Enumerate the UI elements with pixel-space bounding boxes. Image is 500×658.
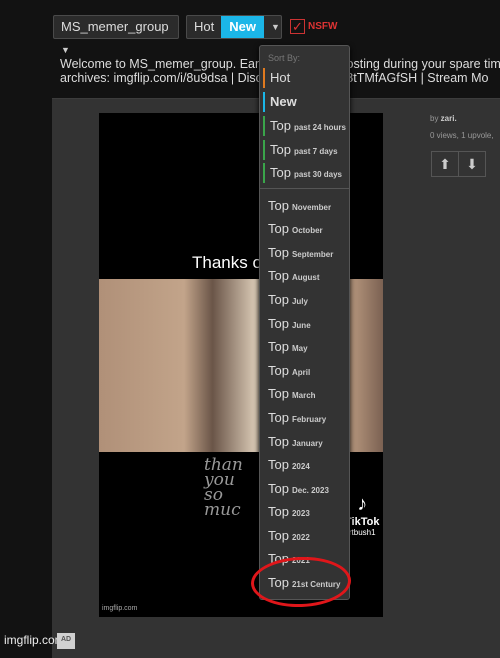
- menu-item[interactable]: Top 2024: [263, 455, 347, 475]
- menu-item-main: Top: [268, 457, 289, 472]
- sort-dropdown-toggle[interactable]: ▼: [264, 16, 281, 38]
- menu-item[interactable]: Top May: [263, 337, 347, 357]
- menu-item-main: Top: [270, 142, 291, 157]
- menu-divider: [260, 188, 349, 189]
- nsfw-label: NSFW: [308, 21, 338, 32]
- menu-item[interactable]: New: [263, 92, 347, 112]
- menu-item[interactable]: Top past 24 hours: [263, 116, 347, 136]
- menu-item[interactable]: Top 2022: [263, 526, 347, 546]
- menu-item[interactable]: Top June: [263, 314, 347, 334]
- menu-item-main: Top: [268, 339, 289, 354]
- menu-item[interactable]: Top October: [263, 219, 347, 239]
- menu-item-sub: 2022: [291, 533, 310, 542]
- desc-line1: Welcome to MS_memer_group. Earn: [60, 57, 270, 71]
- desc-line2b: gg/8tTMfAGfSH | Stream Mo: [328, 71, 489, 85]
- sort-hot-button[interactable]: Hot: [187, 16, 221, 38]
- caret-down-icon: ▼: [61, 45, 70, 55]
- group-select[interactable]: MS_memer_group ▼: [53, 15, 179, 55]
- menu-item[interactable]: Top July: [263, 290, 347, 310]
- vote-buttons: ⬆ ⬇: [431, 151, 486, 177]
- menu-item-sub: November: [291, 203, 332, 212]
- checkmark-icon: ✓: [290, 19, 305, 34]
- menu-item[interactable]: Top 2023: [263, 502, 347, 522]
- desc-line1b: posting during your spare time: [339, 57, 500, 71]
- menu-item-main: New: [270, 94, 297, 109]
- sort-new-button[interactable]: New: [221, 16, 264, 38]
- menu-item-main: Top: [270, 118, 291, 133]
- footer-logo[interactable]: imgflip.com: [4, 633, 65, 647]
- nsfw-checkbox[interactable]: ✓ NSFW: [290, 19, 337, 34]
- menu-item-main: Top: [268, 434, 289, 449]
- menu-item[interactable]: Hot: [263, 68, 347, 88]
- tiktok-icon: ♪: [357, 493, 368, 515]
- menu-item[interactable]: Top past 30 days: [263, 163, 347, 183]
- image-caption: Thanks o: [192, 253, 262, 272]
- menu-item-main: Top: [268, 481, 289, 496]
- menu-item-sub: August: [291, 273, 320, 282]
- by-prefix: by: [430, 114, 441, 123]
- menu-item-main: Top: [268, 221, 289, 236]
- tiktok-handle: rtbush1: [348, 528, 376, 537]
- menu-item-sub: Dec. 2023: [291, 486, 329, 495]
- menu-item-sub: January: [291, 439, 323, 448]
- tiktok-watermark: ♪ TikTok rtbush1: [345, 493, 379, 537]
- menu-item-sub: June: [291, 321, 311, 330]
- menu-item-sub: September: [291, 250, 334, 259]
- menu-item-main: Top: [268, 316, 289, 331]
- script-text: than you so muc: [204, 455, 243, 520]
- menu-item-main: Top: [268, 363, 289, 378]
- post-author: by zari.: [430, 114, 457, 123]
- menu-item-main: Top: [268, 292, 289, 307]
- imgflip-watermark: imgflip.com: [102, 605, 138, 612]
- tiktok-label: TikTok: [345, 516, 380, 528]
- menu-item-sub: July: [291, 297, 308, 306]
- sort-button-group: Hot New ▼: [186, 15, 282, 39]
- menu-item-main: Top: [268, 198, 289, 213]
- menu-item-sub: October: [291, 226, 323, 235]
- menu-item[interactable]: Top March: [263, 384, 347, 404]
- menu-item-main: Top: [268, 386, 289, 401]
- menu-item-sub: February: [291, 415, 327, 424]
- menu-item-sub: past 24 hours: [293, 123, 346, 132]
- desc-line2: archives: imgflip.com/i/8u9dsa | Disco: [60, 71, 269, 85]
- menu-item-sub: March: [291, 391, 316, 400]
- downvote-arrow-icon[interactable]: ⬇: [458, 152, 485, 176]
- menu-header: Sort By:: [268, 53, 301, 63]
- menu-item-sub: past 30 days: [293, 170, 342, 179]
- menu-item-main: Top: [268, 245, 289, 260]
- menu-item-main: Top: [268, 528, 289, 543]
- menu-item[interactable]: Top November: [263, 196, 347, 216]
- menu-item-sub: April: [291, 368, 311, 377]
- menu-item-main: Hot: [270, 70, 291, 85]
- menu-item-main: Top: [270, 165, 291, 180]
- menu-item-sub: 2023: [291, 509, 310, 518]
- menu-item-main: Top: [268, 410, 289, 425]
- menu-item[interactable]: Top January: [263, 432, 347, 452]
- menu-item-main: Top: [268, 268, 289, 283]
- upvote-arrow-icon[interactable]: ⬆: [432, 152, 458, 176]
- post-stats: 0 views, 1 upvole,: [430, 131, 494, 140]
- menu-item-sub: May: [291, 344, 308, 353]
- menu-item[interactable]: Top past 7 days: [263, 140, 347, 160]
- menu-item-sub: 2024: [291, 462, 310, 471]
- menu-item[interactable]: Top Dec. 2023: [263, 479, 347, 499]
- menu-item[interactable]: Top September: [263, 243, 347, 263]
- menu-item-main: Top: [268, 504, 289, 519]
- menu-item[interactable]: Top April: [263, 361, 347, 381]
- sort-dropdown-menu: Sort By: Hot New Top past 24 hours Top past 7…: [259, 45, 350, 600]
- ad-badge: AD: [57, 633, 76, 649]
- menu-item-sub: past 7 days: [293, 147, 338, 156]
- menu-item[interactable]: Top August: [263, 266, 347, 286]
- group-name: MS_memer_group: [61, 19, 169, 34]
- menu-item[interactable]: Top February: [263, 408, 347, 428]
- author-link[interactable]: zari.: [441, 114, 457, 123]
